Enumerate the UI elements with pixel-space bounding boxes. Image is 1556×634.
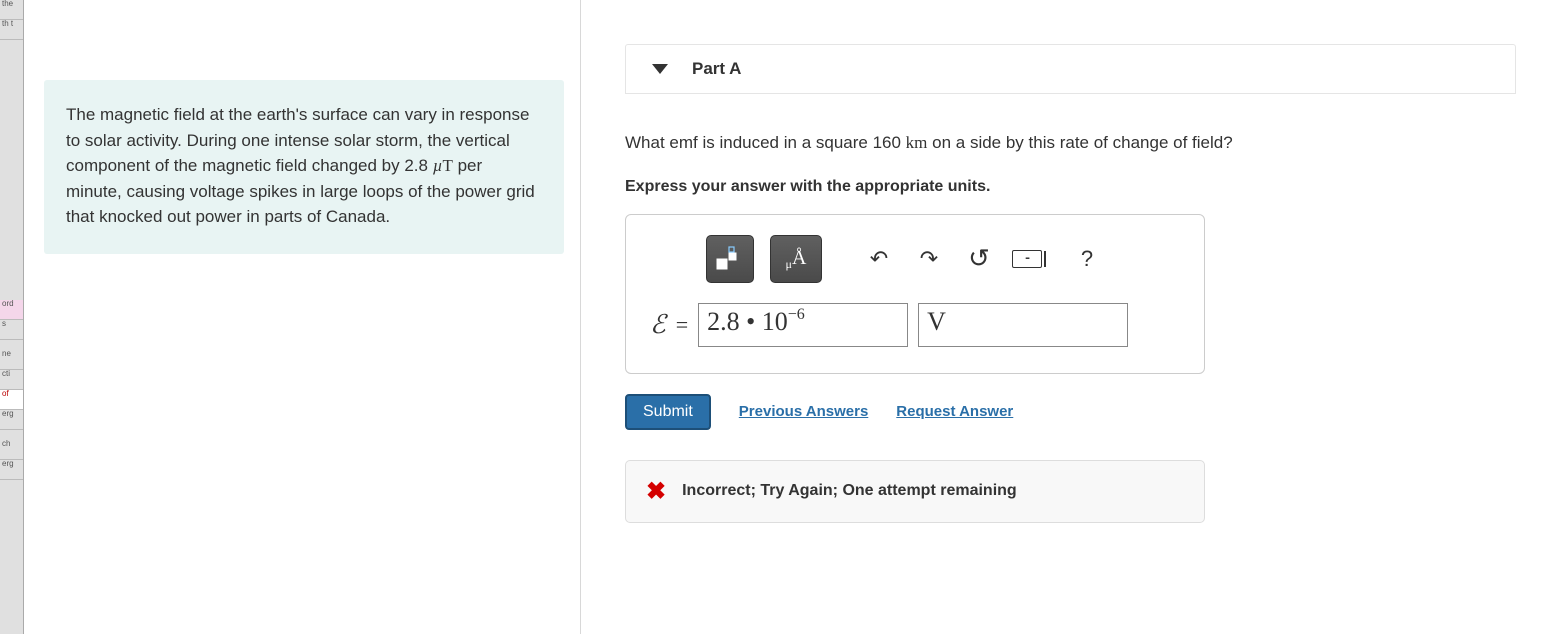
submit-button[interactable]: Submit bbox=[625, 394, 711, 430]
tab-stub[interactable]: th t bbox=[0, 20, 23, 40]
undo-button[interactable]: ↶ bbox=[862, 242, 896, 276]
redo-button[interactable]: ↷ bbox=[912, 242, 946, 276]
tab-stub[interactable]: erg bbox=[0, 410, 23, 430]
request-answer-link[interactable]: Request Answer bbox=[896, 403, 1013, 420]
problem-text: The magnetic field at the earth's surfac… bbox=[66, 105, 535, 226]
sidebar-tabs: the th t ord s ne cti of erg ch erg bbox=[0, 0, 24, 634]
equation-toolbar: μÅ ↶ ↷ ↺ ▪▪▪ ? bbox=[650, 235, 1180, 283]
keyboard-icon: ▪▪▪ bbox=[1012, 250, 1042, 268]
units-button[interactable]: μÅ bbox=[770, 235, 822, 283]
tab-stub[interactable]: ne bbox=[0, 350, 23, 370]
keyboard-button[interactable]: ▪▪▪ bbox=[1012, 242, 1046, 276]
unit-input[interactable]: V bbox=[918, 303, 1128, 347]
reset-button[interactable]: ↺ bbox=[962, 242, 996, 276]
equals-sign: = bbox=[676, 312, 688, 338]
part-header[interactable]: Part A bbox=[625, 44, 1516, 94]
incorrect-icon: ✖ bbox=[646, 477, 666, 506]
feedback-message: Incorrect; Try Again; One attempt remain… bbox=[682, 482, 1017, 500]
answer-symbol: ℰ bbox=[650, 310, 666, 340]
vertical-divider bbox=[580, 0, 581, 634]
tab-stub[interactable]: the bbox=[0, 0, 23, 20]
answer-input-row: ℰ = 2.8 • 10−6 V bbox=[650, 303, 1180, 347]
answer-instructions: Express your answer with the appropriate… bbox=[625, 178, 1516, 196]
action-row: Submit Previous Answers Request Answer bbox=[625, 394, 1516, 430]
part-title: Part A bbox=[692, 59, 741, 79]
problem-statement: The magnetic field at the earth's surfac… bbox=[44, 80, 564, 254]
templates-button[interactable] bbox=[706, 235, 754, 283]
value-input[interactable]: 2.8 • 10−6 bbox=[698, 303, 908, 347]
help-button[interactable]: ? bbox=[1070, 242, 1104, 276]
feedback-box: ✖ Incorrect; Try Again; One attempt rema… bbox=[625, 460, 1205, 523]
question-text: What emf is induced in a square 160 km o… bbox=[625, 130, 1516, 156]
collapse-icon bbox=[652, 64, 668, 74]
tab-stub[interactable]: cti bbox=[0, 370, 23, 390]
tab-stub[interactable]: s bbox=[0, 320, 23, 340]
answer-panel: μÅ ↶ ↷ ↺ ▪▪▪ ? ℰ = 2.8 • bbox=[625, 214, 1205, 374]
previous-answers-link[interactable]: Previous Answers bbox=[739, 403, 869, 420]
tab-stub[interactable]: ch bbox=[0, 440, 23, 460]
tab-stub[interactable]: of bbox=[0, 390, 23, 410]
tab-stub[interactable]: ord bbox=[0, 300, 23, 320]
tab-stub[interactable]: erg bbox=[0, 460, 23, 480]
